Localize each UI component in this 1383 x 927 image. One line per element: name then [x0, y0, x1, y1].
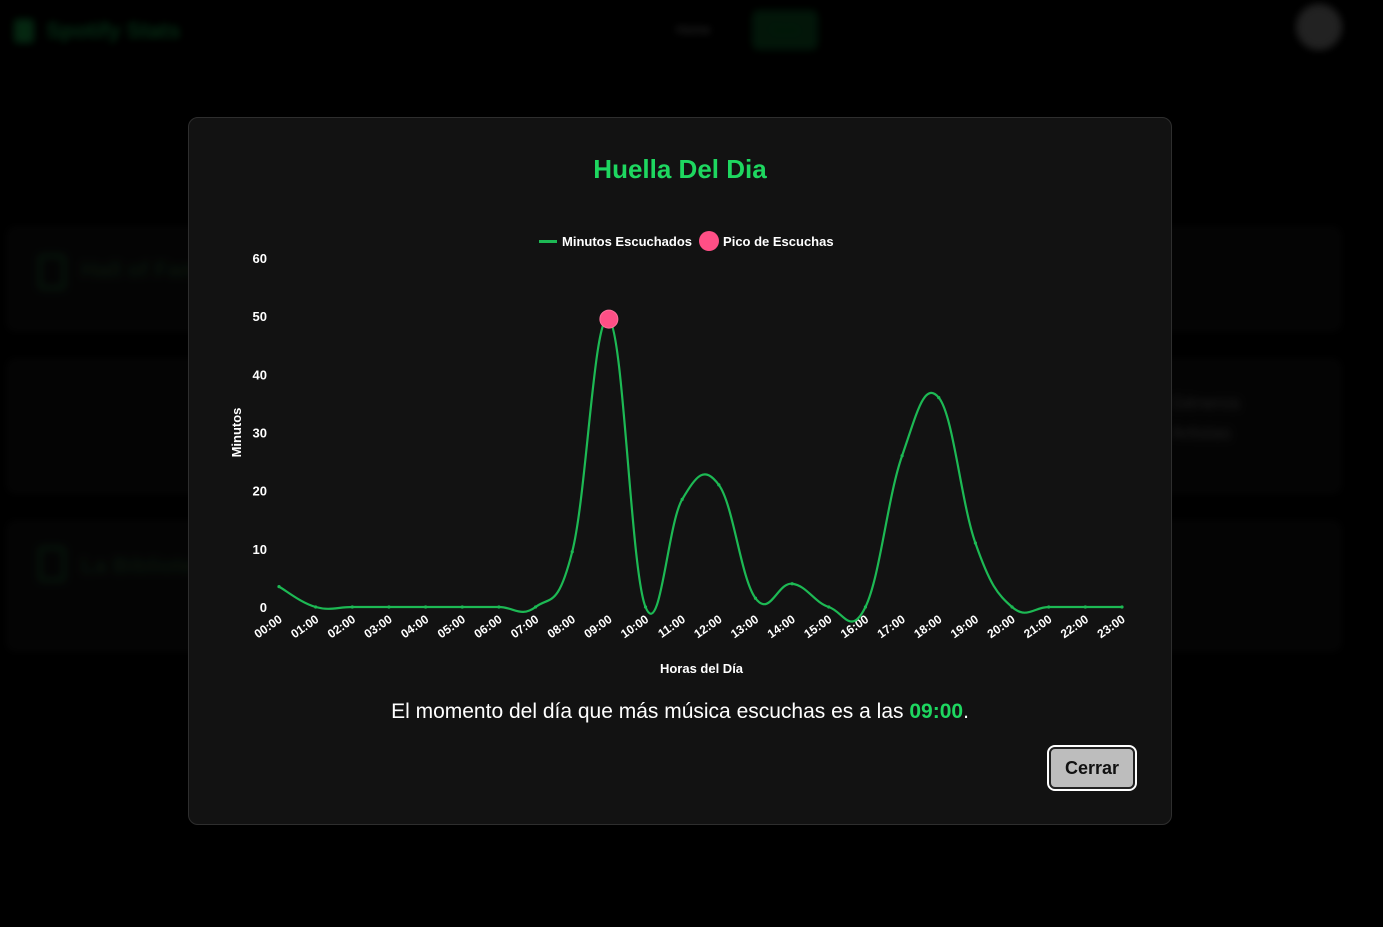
daily-footprint-modal: Huella Del Dia Minutos Escuchados Pico d… [188, 117, 1172, 825]
x-tick-label: 13:00 [728, 612, 761, 641]
data-point [277, 585, 281, 589]
x-tick-label: 21:00 [1021, 612, 1054, 641]
x-tick-label: 01:00 [288, 612, 321, 641]
data-point [350, 605, 354, 609]
x-tick-label: 02:00 [325, 612, 358, 641]
x-tick-label: 04:00 [398, 612, 431, 641]
line-chart: 0 10 20 30 40 50 60 00:00 01:00 02:00 03:00 04:00 05… [229, 251, 1128, 676]
data-point [1010, 605, 1014, 609]
x-tick-label: 17:00 [875, 612, 908, 641]
data-point [533, 605, 538, 609]
y-tick-label: 20 [253, 484, 267, 499]
data-point [863, 605, 868, 609]
summary-text: El momento del día que más música escuch… [189, 700, 1171, 724]
data-point [497, 605, 501, 609]
data-point [790, 582, 794, 586]
data-point [387, 605, 391, 609]
x-tick-label: 22:00 [1058, 612, 1091, 641]
series-line [278, 317, 1122, 623]
x-tick-label: 05:00 [435, 612, 468, 641]
x-tick-label: 18:00 [911, 612, 944, 641]
data-point [570, 550, 574, 554]
data-point [680, 497, 684, 501]
x-tick-label: 09:00 [581, 612, 614, 641]
x-tick-label: 10:00 [618, 612, 651, 641]
y-axis-title: Minutos [229, 408, 244, 458]
summary-prefix: El momento del día que más música escuch… [391, 700, 910, 723]
x-tick-label: 15:00 [801, 612, 834, 641]
close-button[interactable]: Cerrar [1047, 745, 1137, 791]
x-axis-title: Horas del Día [660, 661, 744, 676]
x-tick-label: 12:00 [691, 612, 724, 641]
summary-suffix: . [963, 700, 969, 723]
peak-time: 09:00 [909, 700, 964, 723]
data-point [973, 541, 977, 545]
x-tick-label: 07:00 [508, 612, 541, 641]
data-point [314, 605, 318, 609]
data-point [1047, 605, 1051, 609]
y-tick-label: 40 [253, 367, 267, 382]
data-point [460, 605, 464, 609]
x-tick-label: 20:00 [985, 612, 1018, 641]
y-tick-label: 10 [253, 542, 267, 557]
data-point [753, 596, 758, 600]
x-tick-label: 06:00 [471, 612, 504, 641]
data-point [900, 454, 904, 458]
x-tick-label: 19:00 [948, 612, 981, 641]
data-point [937, 396, 941, 400]
y-tick-label: 60 [253, 251, 267, 266]
x-tick-label: 14:00 [765, 612, 798, 641]
peak-marker [599, 309, 619, 329]
x-tick-label: 03:00 [361, 612, 394, 641]
data-point [827, 605, 831, 609]
x-tick-label: 23:00 [1095, 612, 1128, 641]
x-tick-label: 11:00 [655, 612, 688, 641]
data-point [643, 605, 648, 609]
data-point [1083, 605, 1087, 609]
y-tick-label: 30 [253, 426, 267, 441]
data-point [424, 605, 428, 609]
y-tick-label: 50 [253, 309, 267, 324]
x-tick-label: 00:00 [252, 612, 285, 641]
y-tick-label: 0 [260, 600, 267, 615]
data-point [717, 483, 721, 487]
data-point [1120, 605, 1124, 609]
x-tick-label: 08:00 [545, 612, 578, 641]
